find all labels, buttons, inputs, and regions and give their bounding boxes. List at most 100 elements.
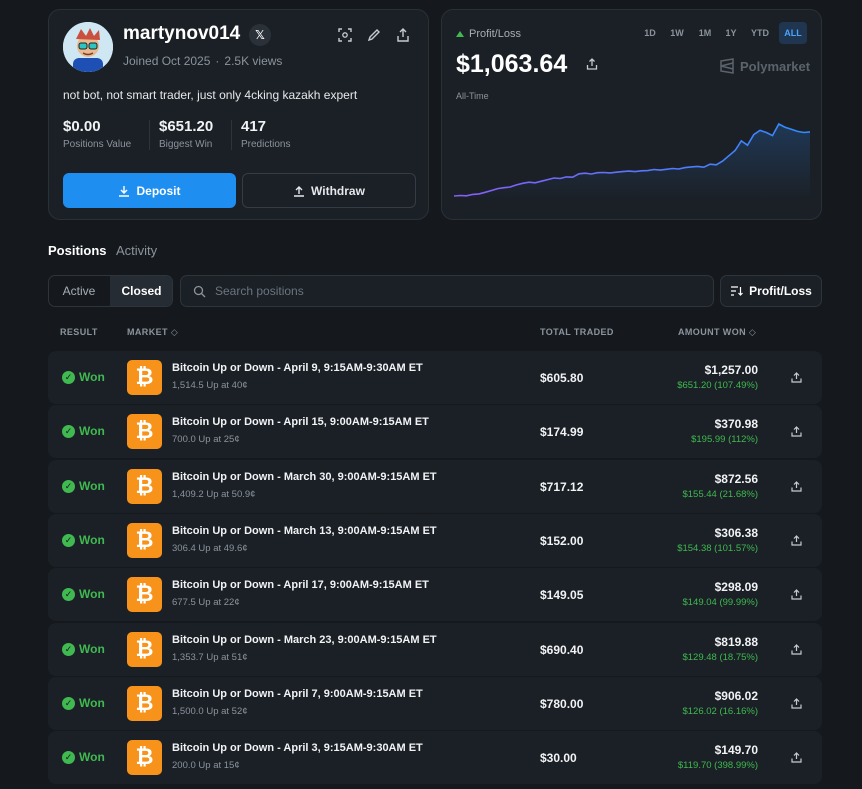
result-label: Won (79, 479, 105, 493)
tab-activity[interactable]: Activity (116, 243, 157, 258)
market-title[interactable]: Bitcoin Up or Down - April 7, 9:00AM-9:1… (172, 688, 423, 700)
profit-gain: $155.44 (21.68%) (682, 489, 758, 500)
bitcoin-icon: ₿ (127, 740, 162, 775)
result-label: Won (79, 696, 105, 710)
total-traded: $780.00 (540, 697, 584, 711)
sort-profit-loss-button[interactable]: Profit/Loss (720, 275, 822, 307)
search-input[interactable] (215, 284, 695, 298)
bitcoin-icon: ₿ (127, 632, 162, 667)
x-profile-link[interactable]: 𝕏 (249, 24, 271, 46)
total-traded: $174.99 (540, 425, 584, 439)
share-icon[interactable] (791, 535, 802, 546)
total-traded: $717.12 (540, 480, 584, 494)
amount-won: $370.98 (714, 417, 758, 431)
range-1m-button[interactable]: 1M (694, 22, 716, 44)
scan-icon[interactable] (337, 27, 353, 43)
total-traded: $30.00 (540, 751, 577, 765)
stat-predictions: 417 Predictions (241, 118, 290, 150)
market-title[interactable]: Bitcoin Up or Down - April 17, 9:00AM-9:… (172, 579, 429, 591)
profile-card: martynov014 𝕏 Joined Oct 2025 · 2.5K views… (48, 9, 429, 220)
separator-dot: · (215, 54, 220, 68)
share-icon[interactable] (791, 589, 802, 600)
table-row[interactable]: ✓ Won ₿ Bitcoin Up or Down - March 30, 9:00… (48, 460, 822, 513)
deposit-button[interactable]: Deposit (63, 173, 236, 208)
result-label: Won (79, 750, 105, 764)
download-icon (119, 185, 130, 197)
check-circle-icon: ✓ (62, 479, 75, 493)
edit-icon[interactable] (366, 27, 382, 43)
share-icon[interactable] (791, 752, 802, 763)
market-position: 677.5 Up at 22¢ (172, 597, 240, 608)
total-traded: $605.80 (540, 371, 584, 385)
check-circle-icon: ✓ (62, 533, 75, 547)
market-title[interactable]: Bitcoin Up or Down - April 9, 9:15AM-9:3… (172, 362, 423, 374)
check-circle-icon: ✓ (62, 642, 75, 656)
withdraw-label: Withdraw (311, 183, 365, 198)
sort-toggle-icon: ◇ (748, 327, 757, 337)
avatar[interactable] (63, 22, 113, 72)
check-circle-icon: ✓ (62, 587, 75, 601)
share-icon[interactable] (791, 426, 802, 437)
sort-label: Profit/Loss (749, 284, 812, 298)
profit-gain: $126.02 (16.16%) (682, 706, 758, 717)
table-row[interactable]: ✓ Won ₿ Bitcoin Up or Down - April 15, 9:00… (48, 405, 822, 458)
stat-value: $0.00 (63, 118, 101, 135)
stat-divider (231, 120, 232, 150)
range-1y-button[interactable]: 1Y (721, 22, 741, 44)
status-toggle: Active Closed (48, 275, 173, 307)
share-icon[interactable] (395, 27, 411, 43)
pnl-card: Profit/Loss $1,063.64 All-Time 1D 1W 1M … (441, 9, 822, 220)
pnl-chart (454, 122, 810, 200)
table-row[interactable]: ✓ Won ₿ Bitcoin Up or Down - April 17, 9:00… (48, 568, 822, 621)
table-row[interactable]: ✓ Won ₿ Bitcoin Up or Down - April 9, 9:15A… (48, 351, 822, 404)
profit-gain: $129.48 (18.75%) (682, 652, 758, 663)
stat-value: $651.20 (159, 118, 214, 135)
table-row[interactable]: ✓ Won ₿ Bitcoin Up or Down - April 3, 9:15A… (48, 731, 822, 784)
range-ytd-button[interactable]: YTD (747, 22, 773, 44)
market-title[interactable]: Bitcoin Up or Down - April 3, 9:15AM-9:3… (172, 742, 423, 754)
amount-won: $819.88 (714, 635, 758, 649)
profit-gain: $154.38 (101.57%) (677, 543, 758, 554)
withdraw-button[interactable]: Withdraw (242, 173, 416, 208)
table-row[interactable]: ✓ Won ₿ Bitcoin Up or Down - April 7, 9:00A… (48, 677, 822, 730)
polymarket-logo-icon (720, 58, 734, 74)
header-market[interactable]: MARKET ◇ (127, 327, 178, 338)
result-cell: ✓ Won (62, 424, 105, 438)
check-circle-icon: ✓ (62, 696, 75, 710)
polymarket-brand: Polymarket (720, 58, 810, 74)
market-title[interactable]: Bitcoin Up or Down - March 23, 9:00AM-9:… (172, 634, 437, 646)
amount-won: $149.70 (714, 743, 758, 757)
share-icon[interactable] (586, 58, 598, 70)
sort-icon (731, 286, 744, 296)
result-label: Won (79, 533, 105, 547)
amount-won: $306.38 (714, 526, 758, 540)
filter-active-button[interactable]: Active (49, 276, 109, 306)
bitcoin-icon: ₿ (127, 469, 162, 504)
amount-won: $906.02 (714, 689, 758, 703)
share-icon[interactable] (791, 698, 802, 709)
market-title[interactable]: Bitcoin Up or Down - March 13, 9:00AM-9:… (172, 525, 437, 537)
share-icon[interactable] (791, 644, 802, 655)
bitcoin-icon: ₿ (127, 577, 162, 612)
result-cell: ✓ Won (62, 642, 105, 656)
range-1w-button[interactable]: 1W (666, 22, 688, 44)
table-row[interactable]: ✓ Won ₿ Bitcoin Up or Down - March 13, 9:00… (48, 514, 822, 567)
share-icon[interactable] (791, 481, 802, 492)
range-1d-button[interactable]: 1D (640, 22, 660, 44)
result-cell: ✓ Won (62, 750, 105, 764)
market-title[interactable]: Bitcoin Up or Down - March 30, 9:00AM-9:… (172, 471, 437, 483)
tab-positions[interactable]: Positions (48, 243, 107, 258)
market-position: 1,500.0 Up at 52¢ (172, 706, 248, 717)
table-row[interactable]: ✓ Won ₿ Bitcoin Up or Down - March 23, 9:00… (48, 623, 822, 676)
filter-closed-button[interactable]: Closed (110, 276, 172, 306)
pnl-value: $1,063.64 (456, 50, 568, 78)
sort-toggle-icon: ◇ (170, 327, 179, 337)
header-result: RESULT (60, 327, 98, 337)
brand-name: Polymarket (740, 58, 811, 74)
share-icon[interactable] (791, 372, 802, 383)
total-traded: $149.05 (540, 588, 584, 602)
profile-bio: not bot, not smart trader, just only 4ck… (63, 88, 358, 102)
range-all-button[interactable]: ALL (779, 22, 807, 44)
market-title[interactable]: Bitcoin Up or Down - April 15, 9:00AM-9:… (172, 416, 429, 428)
header-amount-won[interactable]: AMOUNT WON ◇ (678, 327, 756, 338)
